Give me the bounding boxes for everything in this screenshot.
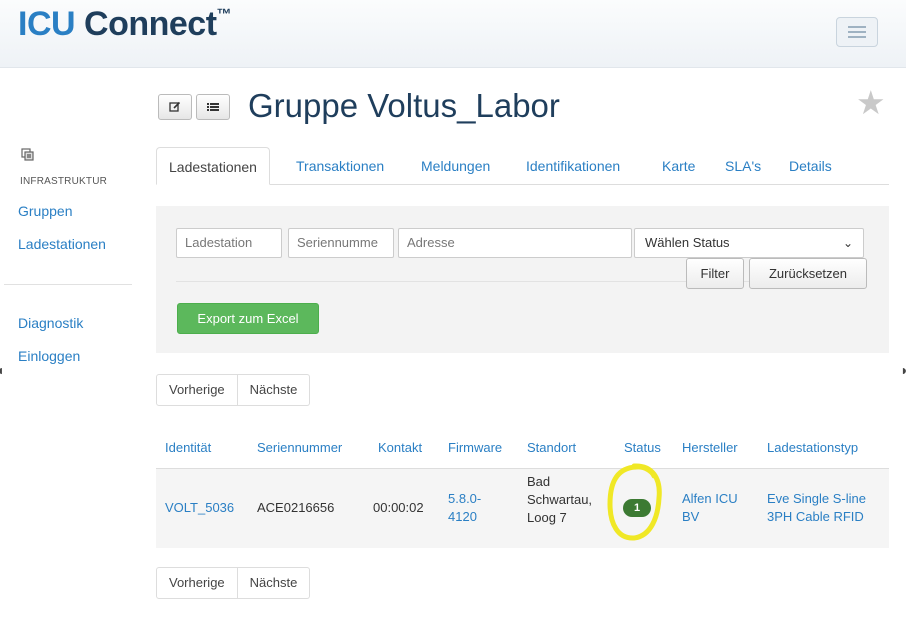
filter-button[interactable]: Filter: [686, 258, 744, 289]
station-type-line-1[interactable]: Eve Single S-line: [767, 490, 866, 508]
status-select[interactable]: Wählen Status ⌄: [634, 228, 864, 258]
column-header-firmware[interactable]: Firmware: [448, 440, 502, 455]
firmware-line-2[interactable]: 4120: [448, 508, 477, 526]
column-header-contact[interactable]: Kontakt: [378, 440, 422, 455]
sidebar-item-diagnostik[interactable]: Diagnostik: [18, 315, 83, 331]
highlight-annotation: [607, 463, 662, 541]
station-type-line-2[interactable]: 3PH Cable RFID: [767, 508, 864, 526]
column-header-location[interactable]: Standort: [527, 440, 576, 455]
scroll-left-handle[interactable]: ◖: [0, 362, 4, 378]
sidebar-item-ladestationen[interactable]: Ladestationen: [18, 236, 106, 252]
favorite-star-icon[interactable]: ★: [856, 83, 886, 122]
sidebar-item-einloggen[interactable]: Einloggen: [18, 348, 80, 364]
next-page-button[interactable]: Nächste: [237, 567, 311, 599]
page-title: Gruppe Voltus_Labor: [248, 87, 560, 124]
logo-connect: Connect: [84, 5, 217, 43]
chevron-down-icon: ⌄: [842, 236, 853, 250]
column-header-status[interactable]: Status: [624, 440, 661, 455]
tab-bar: Ladestationen Transaktionen Meldungen Id…: [156, 147, 889, 185]
list-button[interactable]: [196, 94, 230, 120]
column-header-identity[interactable]: Identität: [165, 440, 211, 455]
scroll-right-handle[interactable]: ◗: [900, 362, 906, 378]
logo-trademark: ™: [216, 6, 232, 23]
menu-bar: [848, 36, 866, 38]
edit-button[interactable]: [158, 94, 192, 120]
prev-page-button[interactable]: Vorherige: [156, 567, 238, 599]
tab-karte[interactable]: Karte: [662, 147, 695, 185]
status-select-value: Wählen Status: [645, 235, 730, 250]
station-identity-link[interactable]: VOLT_5036: [165, 499, 234, 517]
manufacturer-line-1[interactable]: Alfen ICU: [682, 490, 738, 508]
serial-filter-input[interactable]: Seriennumme: [288, 228, 394, 258]
tab-transaktionen[interactable]: Transaktionen: [296, 147, 384, 185]
sidebar-section-label: INFRASTRUKTUR: [20, 176, 108, 187]
app-header: ICU Connect™: [0, 0, 906, 68]
station-filter-input[interactable]: Ladestation: [176, 228, 282, 258]
edit-icon: [169, 101, 181, 112]
menu-bar: [848, 26, 866, 28]
reset-button[interactable]: Zurücksetzen: [749, 258, 867, 289]
location-line-1: Bad: [527, 474, 551, 489]
location-line-3: Loog 7: [527, 510, 567, 525]
tab-meldungen[interactable]: Meldungen: [421, 147, 490, 185]
logo-icu: ICU: [18, 5, 76, 43]
tab-details[interactable]: Details: [789, 147, 832, 185]
menu-toggle-button[interactable]: [836, 17, 878, 47]
tab-identifikationen[interactable]: Identifikationen: [526, 147, 620, 185]
manufacturer-line-2[interactable]: BV: [682, 508, 699, 526]
menu-bar: [848, 31, 866, 33]
pagination-bottom: Vorherige Nächste: [156, 567, 311, 599]
serial-cell: ACE0216656: [257, 500, 335, 515]
export-excel-button[interactable]: Export zum Excel: [177, 303, 319, 334]
address-filter-input[interactable]: Adresse: [398, 228, 632, 258]
column-header-manufacturer[interactable]: Hersteller: [682, 440, 738, 455]
column-header-serial[interactable]: Seriennummer: [257, 440, 342, 455]
pagination-top: Vorherige Nächste: [156, 374, 311, 406]
tab-ladestationen[interactable]: Ladestationen: [156, 147, 270, 185]
table-row: VOLT_5036 ACE0216656 00:00:02 5.8.0- 412…: [156, 468, 889, 548]
infrastructure-icon: [21, 148, 34, 161]
logo[interactable]: ICU Connect™: [18, 5, 231, 44]
location-line-2: Schwartau,: [527, 492, 593, 507]
firmware-line-1[interactable]: 5.8.0-: [448, 490, 481, 508]
list-icon: [207, 103, 219, 111]
contact-cell: 00:00:02: [373, 500, 424, 515]
sidebar-item-gruppen[interactable]: Gruppen: [18, 203, 72, 219]
next-page-button[interactable]: Nächste: [237, 374, 311, 406]
column-header-station-type[interactable]: Ladestationstyp: [767, 440, 858, 455]
tab-slas[interactable]: SLA's: [725, 147, 761, 185]
filter-panel: Ladestation Seriennumme Adresse Wählen S…: [156, 206, 889, 353]
prev-page-button[interactable]: Vorherige: [156, 374, 238, 406]
sidebar-divider: [4, 284, 132, 285]
